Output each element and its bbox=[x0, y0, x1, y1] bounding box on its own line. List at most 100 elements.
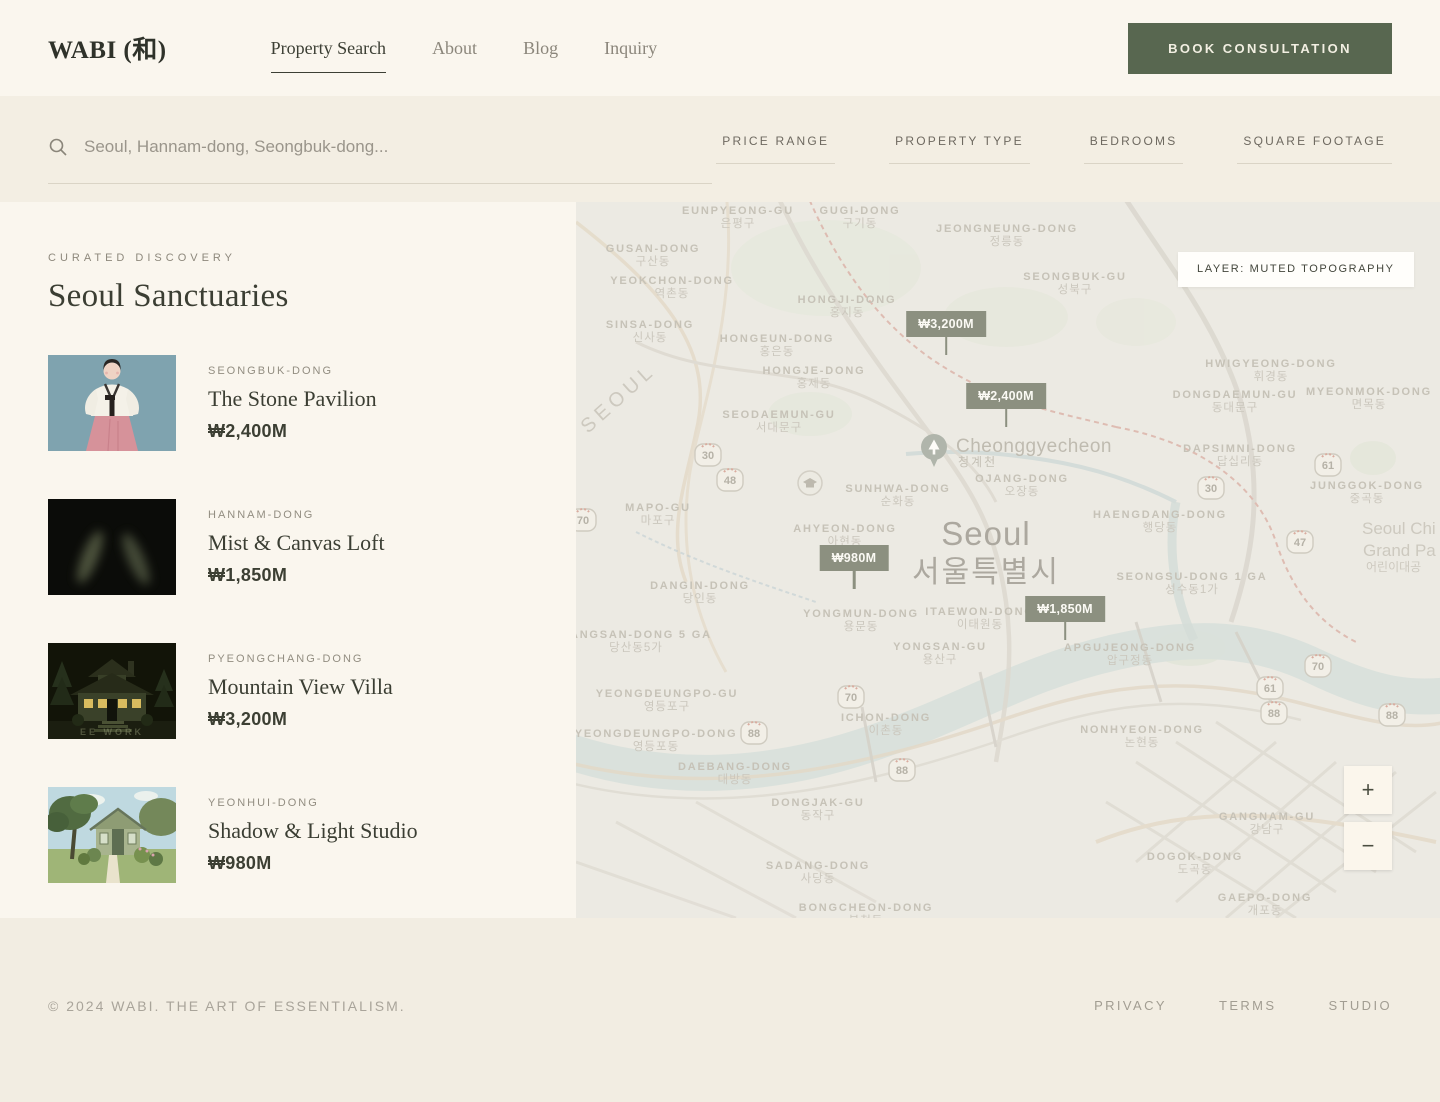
map-stream-label: Cheonggyecheon bbox=[956, 436, 1112, 457]
map-road-shield: 88 bbox=[1261, 702, 1287, 724]
main-nav: Property SearchAboutBlogInquiry bbox=[271, 38, 657, 59]
search-field[interactable] bbox=[48, 137, 712, 184]
property-price: ₩3,200M bbox=[208, 709, 393, 730]
map-zoom-out-button[interactable]: − bbox=[1344, 822, 1392, 870]
map-district-label-ko: 이촌동 bbox=[869, 724, 904, 737]
map-district-label-ko: 휘경동 bbox=[1254, 369, 1289, 383]
map-district-label-ko: 사당동 bbox=[801, 872, 836, 885]
filter-price-range[interactable]: PRICE RANGE bbox=[716, 134, 835, 164]
map-district-label: BONGCHEON-DONG bbox=[799, 902, 934, 914]
map-road-number: 47 bbox=[1294, 537, 1306, 549]
map-canvas[interactable]: 30487088887061888861304770 Cheonggyecheo… bbox=[576, 202, 1440, 918]
map-road-number: 48 bbox=[724, 475, 736, 487]
map-poi-name-label: Seoul Chi bbox=[1362, 519, 1436, 538]
map-district-label-ko: 성수동1가 bbox=[1165, 583, 1219, 596]
map-district-label-ko: 정릉동 bbox=[990, 235, 1025, 248]
map-district-label: HONGJE-DONG bbox=[763, 365, 866, 377]
footer-link-studio[interactable]: STUDIO bbox=[1328, 998, 1392, 1013]
map-city-label-ko: 서울특별시 bbox=[912, 556, 1060, 589]
map-district-label: HONGEUN-DONG bbox=[720, 333, 835, 345]
property-name: Mist & Canvas Loft bbox=[208, 530, 385, 556]
property-card[interactable]: EE WORK PYEONGCHANG-DONG Mountain View V… bbox=[48, 643, 528, 739]
map-district-label: JEONGNEUNG-DONG bbox=[936, 223, 1078, 235]
filter-property-type[interactable]: PROPERTY TYPE bbox=[889, 134, 1030, 164]
property-info: SEONGBUK-DONG The Stone Pavilion ₩2,400M bbox=[208, 355, 377, 451]
footer-link-terms[interactable]: TERMS bbox=[1219, 998, 1277, 1013]
footer-link-privacy[interactable]: PRIVACY bbox=[1094, 998, 1167, 1013]
map-district-label-ko: 당산동5가 bbox=[609, 641, 663, 654]
map-layer-badge[interactable]: LAYER: MUTED TOPOGRAPHY bbox=[1178, 252, 1414, 287]
map-price-marker[interactable]: ₩1,850M bbox=[1025, 596, 1105, 640]
filter-square-footage[interactable]: SQUARE FOOTAGE bbox=[1237, 134, 1392, 164]
map-road-number: 88 bbox=[896, 765, 908, 777]
property-thumbnail[interactable] bbox=[48, 499, 176, 595]
map-price-marker[interactable]: ₩980M bbox=[820, 545, 889, 589]
map-price-marker[interactable]: ₩3,200M bbox=[906, 311, 986, 355]
map-district-label: YEONGDEUNGPO-DONG bbox=[576, 728, 737, 740]
search-input[interactable] bbox=[84, 137, 712, 157]
map-road-shield: 88 bbox=[1379, 704, 1405, 726]
map-road-shield: 61 bbox=[1315, 454, 1341, 476]
map-district-label: MAPO-GU bbox=[625, 502, 691, 514]
property-thumbnail[interactable]: EE WORK bbox=[48, 643, 176, 739]
property-card[interactable]: YEONHUI-DONG Shadow & Light Studio ₩980M bbox=[48, 787, 528, 883]
book-consultation-button[interactable]: BOOK CONSULTATION bbox=[1128, 23, 1392, 74]
map-road-shield: 30 bbox=[1198, 477, 1224, 499]
copyright-text: © 2024 WABI. THE ART OF ESSENTIALISM. bbox=[48, 998, 406, 1014]
map-district-label: DANGIN-DONG bbox=[650, 580, 750, 592]
map-district-label-ko: 영등포동 bbox=[633, 740, 679, 753]
map-container[interactable]: 30487088887061888861304770 Cheonggyecheo… bbox=[576, 202, 1440, 918]
filter-bedrooms[interactable]: BEDROOMS bbox=[1084, 134, 1184, 164]
page-title: Seoul Sanctuaries bbox=[48, 278, 528, 315]
map-poi-name-label: 어린이대공 bbox=[1366, 560, 1421, 574]
map-district-label: GAEPO-DONG bbox=[1218, 892, 1312, 904]
map-district-label: YEONGDEUNGPO-GU bbox=[596, 688, 739, 700]
map-district-label: HAENGDANG-DONG bbox=[1093, 509, 1227, 521]
site-footer: © 2024 WABI. THE ART OF ESSENTIALISM. PR… bbox=[0, 918, 1440, 1102]
main-content: CURATED DISCOVERY Seoul Sanctuaries SEON… bbox=[0, 202, 1440, 918]
map-road-shield: 70 bbox=[838, 686, 864, 708]
map-district-label-ko: 마포구 bbox=[641, 514, 676, 527]
nav-link-property-search[interactable]: Property Search bbox=[271, 38, 386, 73]
property-card[interactable]: HANNAM-DONG Mist & Canvas Loft ₩1,850M bbox=[48, 499, 528, 595]
map-road-number: 88 bbox=[748, 728, 760, 740]
map-district-label: DANGSAN-DONG 5 GA bbox=[576, 629, 712, 641]
map-district-label: SEONGBUK-GU bbox=[1023, 271, 1127, 283]
map-district-label-ko: 대방동 bbox=[718, 773, 753, 786]
map-road-shield: 88 bbox=[889, 759, 915, 781]
map-road-shield: 88 bbox=[741, 722, 767, 744]
nav-link-blog[interactable]: Blog bbox=[523, 38, 558, 59]
property-name: The Stone Pavilion bbox=[208, 386, 377, 412]
map-price-marker[interactable]: ₩2,400M bbox=[966, 383, 1046, 427]
property-name: Shadow & Light Studio bbox=[208, 818, 418, 844]
map-road-shield: 48 bbox=[717, 469, 743, 491]
property-thumbnail[interactable] bbox=[48, 787, 176, 883]
map-district-label-ko: 당인동 bbox=[683, 592, 718, 605]
nav-link-inquiry[interactable]: Inquiry bbox=[604, 38, 657, 59]
property-price: ₩1,850M bbox=[208, 565, 385, 586]
map-district-label-ko: 은평구 bbox=[721, 217, 756, 230]
map-district-label-ko: 압구정동 bbox=[1107, 654, 1153, 667]
map-district-label-ko: 순화동 bbox=[881, 495, 916, 508]
map-district-label-ko: 면목동 bbox=[1352, 398, 1387, 411]
property-card[interactable]: SEONGBUK-DONG The Stone Pavilion ₩2,400M bbox=[48, 355, 528, 451]
map-district-label: AHYEON-DONG bbox=[793, 523, 897, 535]
map-district-label: GANGNAM-GU bbox=[1219, 811, 1315, 823]
site-header: WABI (和) Property SearchAboutBlogInquiry… bbox=[0, 0, 1440, 96]
map-district-label-ko: 행당동 bbox=[1143, 521, 1178, 534]
map-district-label-ko: 구산동 bbox=[636, 255, 671, 268]
map-price-marker-label: ₩3,200M bbox=[906, 311, 986, 337]
nav-link-about[interactable]: About bbox=[432, 38, 477, 59]
map-road-number: 88 bbox=[1268, 708, 1280, 720]
map-district-label-ko: 영등포구 bbox=[644, 700, 690, 713]
map-district-label-ko: 성북구 bbox=[1058, 283, 1093, 296]
map-district-label-ko: 역촌동 bbox=[655, 287, 690, 300]
map-road-number: 61 bbox=[1322, 460, 1334, 472]
map-price-marker-label: ₩980M bbox=[820, 545, 889, 571]
map-zoom-in-button[interactable]: + bbox=[1344, 766, 1392, 814]
property-info: PYEONGCHANG-DONG Mountain View Villa ₩3,… bbox=[208, 643, 393, 739]
map-price-marker-stem bbox=[1005, 409, 1008, 427]
property-thumbnail[interactable] bbox=[48, 355, 176, 451]
map-district-label-ko: 개포동 bbox=[1248, 904, 1283, 917]
map-district-label-ko: 동대문구 bbox=[1212, 401, 1258, 414]
